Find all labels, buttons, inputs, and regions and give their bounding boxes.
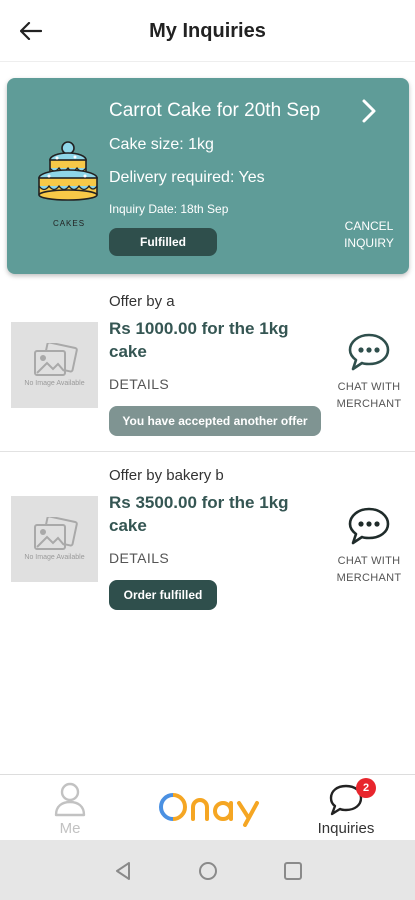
inquiry-status-badge: Fulfilled: [109, 228, 217, 256]
system-back-icon[interactable]: [112, 860, 134, 882]
offer-status-badge: You have accepted another offer: [109, 406, 321, 436]
cake-icon-caption: CAKES: [52, 219, 86, 228]
system-navigation-bar: [0, 840, 415, 900]
page-title: My Inquiries: [149, 20, 266, 42]
nav-inquiries-tab[interactable]: 2 Inquiries: [310, 778, 382, 837]
image-placeholder-icon: [33, 343, 78, 376]
chat-label-line1: CHAT WITH: [337, 555, 401, 567]
app-header: My Inquiries: [0, 0, 415, 62]
offer-merchant: Offer by a: [109, 293, 175, 310]
inquiry-title: Carrot Cake for 20th Sep: [109, 100, 321, 121]
offer-price: Rs 1000.00 for the 1kg cake: [109, 319, 289, 361]
chat-with-merchant-button[interactable]: CHAT WITH MERCHANT: [330, 332, 408, 413]
onay-logo[interactable]: [155, 787, 265, 827]
cake-size: Cake size: 1kg: [109, 136, 214, 153]
offer-details-link[interactable]: DETAILS: [109, 376, 169, 392]
chat-bubble-icon: [348, 333, 390, 371]
notification-badge: 2: [356, 778, 376, 798]
chat-label-line2: MERCHANT: [336, 572, 402, 584]
user-icon: [54, 782, 86, 817]
offer-card: No Image Available Offer by bakery b Rs …: [0, 456, 415, 626]
cancel-inquiry-button[interactable]: CANCEL INQUIRY: [337, 218, 401, 252]
chat-label-line2: MERCHANT: [336, 398, 402, 410]
chat-label-line1: CHAT WITH: [337, 381, 401, 393]
bottom-navigation: Me 2 Inquiries: [0, 774, 415, 840]
cancel-label-line2: INQUIRY: [344, 236, 394, 250]
offer-image-placeholder: No Image Available: [11, 496, 98, 582]
offer-merchant: Offer by bakery b: [109, 467, 224, 484]
nav-me-label: Me: [59, 820, 81, 837]
nav-inquiries-label: Inquiries: [317, 820, 375, 837]
chat-bubble-icon: [348, 507, 390, 545]
offer-details-link[interactable]: DETAILS: [109, 550, 169, 566]
offer-card: No Image Available Offer by a Rs 1000.00…: [0, 282, 415, 452]
inquiry-card[interactable]: CAKES Carrot Cake for 20th Sep Cake size…: [7, 78, 409, 274]
cancel-label-line1: CANCEL: [344, 219, 394, 233]
image-placeholder-icon: [33, 517, 78, 550]
offer-status-badge: Order fulfilled: [109, 580, 217, 610]
no-image-text: No Image Available: [24, 554, 85, 561]
nav-me-tab[interactable]: Me: [38, 781, 102, 837]
system-home-icon[interactable]: [197, 860, 219, 882]
no-image-text: No Image Available: [24, 380, 85, 387]
offer-price: Rs 3500.00 for the 1kg cake: [109, 493, 289, 535]
offer-image-placeholder: No Image Available: [11, 322, 98, 408]
inquiry-date: Inquiry Date: 18th Sep: [109, 202, 229, 216]
delivery-required: Delivery required: Yes: [109, 169, 265, 186]
system-recents-icon[interactable]: [282, 860, 304, 882]
chevron-right-icon[interactable]: [357, 98, 381, 124]
chat-with-merchant-button[interactable]: CHAT WITH MERCHANT: [330, 506, 408, 587]
cake-icon: [38, 141, 98, 201]
